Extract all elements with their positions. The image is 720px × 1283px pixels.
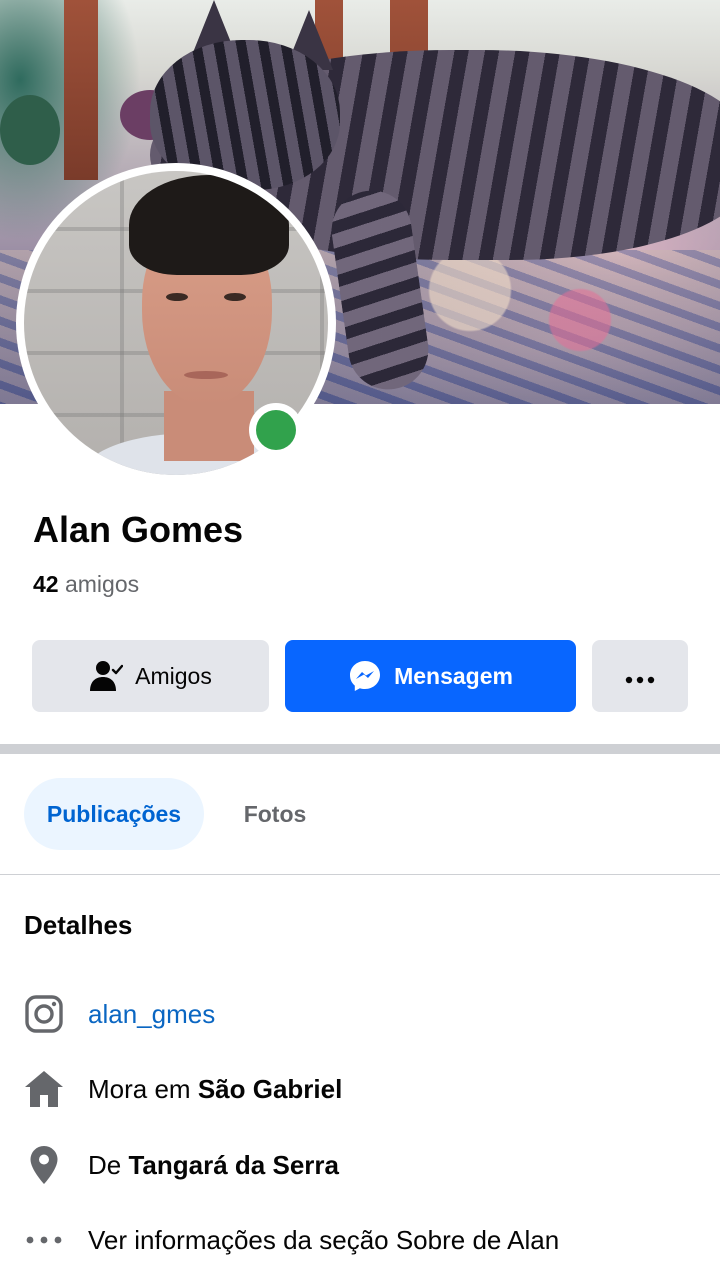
friends-count-number: 42 [33,571,59,597]
friends-button-label: Amigos [135,662,212,689]
messenger-icon [348,659,382,693]
message-button-label: Mensagem [394,662,513,689]
more-button[interactable] [592,640,688,712]
more-icon [625,663,655,690]
more-dots-icon [24,1220,64,1260]
avatar-eye [224,293,246,301]
online-dot-icon [256,410,296,450]
avatar-mouth [184,371,228,379]
details-heading: Detalhes [24,910,133,940]
message-button[interactable]: Mensagem [285,640,576,712]
tabs-divider [0,874,720,875]
location-pin-icon [24,1145,64,1185]
detail-see-about[interactable]: Ver informações da seção Sobre de Alan [24,1218,559,1262]
cover-plant [0,95,60,165]
see-about-label[interactable]: Ver informações da seção Sobre de Alan [88,1223,559,1257]
avatar-hair [129,175,289,275]
detail-from: De Tangará da Serra [24,1143,339,1187]
online-status-indicator [249,403,303,457]
avatar-eye [166,293,188,301]
section-divider [0,744,720,754]
friends-button[interactable]: Amigos [32,640,269,712]
tab-photos[interactable]: Fotos [220,778,330,850]
friends-check-icon [89,659,124,693]
detail-instagram[interactable]: alan_gmes [24,992,215,1036]
lives-in-prefix: Mora em [88,1074,191,1104]
from-prefix: De [88,1150,122,1180]
tab-publications[interactable]: Publicações [24,778,204,850]
home-icon [24,1069,64,1109]
instagram-link[interactable]: alan_gmes [88,997,215,1031]
from-value: Tangará da Serra [128,1150,339,1180]
profile-name: Alan Gomes [33,509,244,550]
lives-in-value: São Gabriel [197,1074,343,1104]
detail-lives-in: Mora em São Gabriel [24,1067,342,1111]
instagram-icon [24,994,64,1034]
friends-count[interactable]: 42 amigos [33,570,139,598]
friends-count-label: amigos [64,571,140,597]
cover-beam [64,0,98,180]
